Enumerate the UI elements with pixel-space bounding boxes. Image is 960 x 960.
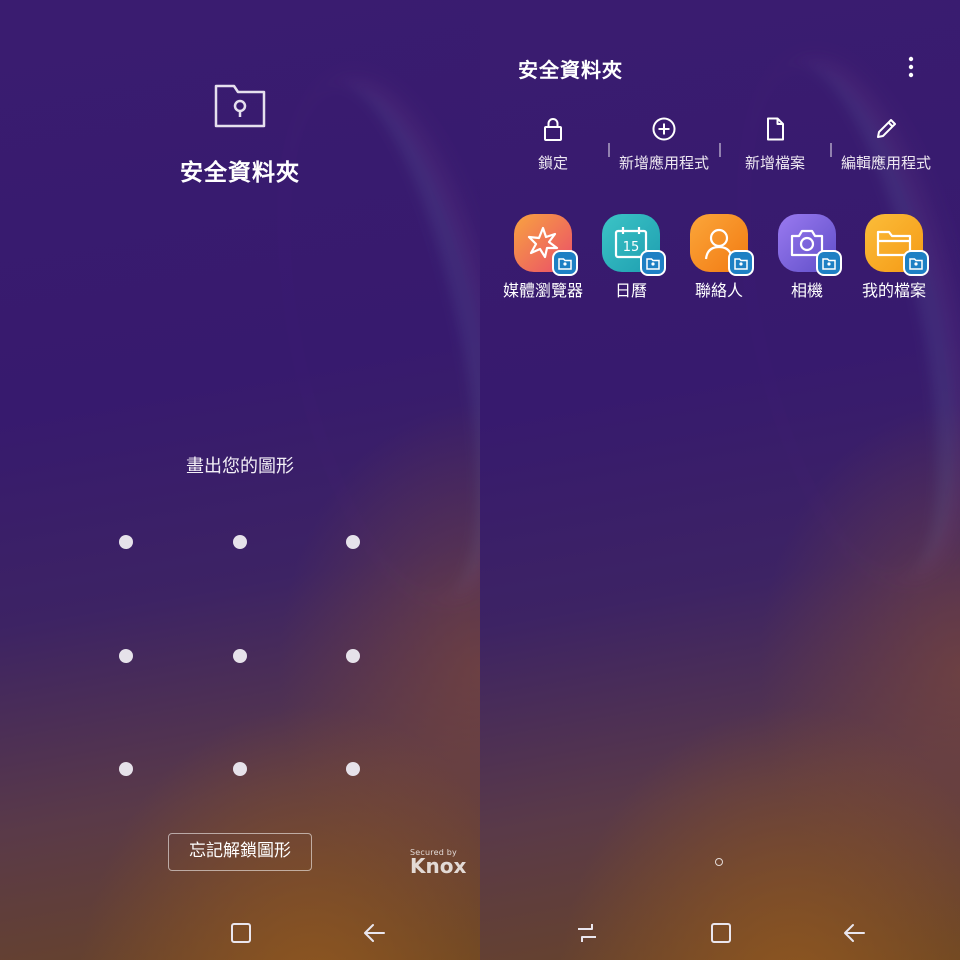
app-contacts[interactable]: 聯絡人 <box>677 214 761 301</box>
svg-text:15: 15 <box>623 240 640 255</box>
add-circle-icon <box>652 117 676 141</box>
pencil-icon <box>877 119 896 138</box>
knox-badge: Secured by Knox <box>410 848 470 876</box>
pattern-dot[interactable] <box>119 649 133 663</box>
pattern-grid[interactable] <box>0 0 480 960</box>
calendar-icon: 15 <box>602 214 666 276</box>
back-icon[interactable] <box>362 920 388 946</box>
pattern-dot[interactable] <box>233 762 247 776</box>
toolbar-lock-button[interactable]: 鎖定 <box>498 116 608 178</box>
secure-badge-icon <box>552 250 578 276</box>
app-label: 相機 <box>790 281 823 300</box>
camera-icon <box>778 214 842 276</box>
folder-icon <box>865 214 929 276</box>
secure-badge-icon <box>816 250 842 276</box>
app-gallery[interactable]: 媒體瀏覽器 <box>501 214 585 301</box>
app-camera[interactable]: 相機 <box>765 214 849 301</box>
file-icon <box>767 117 784 141</box>
pattern-dot[interactable] <box>346 762 360 776</box>
app-label: 聯絡人 <box>694 281 743 300</box>
secure-badge-icon <box>728 250 754 276</box>
app-label: 媒體瀏覽器 <box>502 281 583 300</box>
forgot-pattern-button[interactable]: 忘記解鎖圖形 <box>168 833 312 871</box>
toolbar-add-files-button[interactable]: 新增檔案 <box>720 116 830 178</box>
toolbar-label: 鎖定 <box>537 154 568 172</box>
toolbar-add-apps-button[interactable]: 新增應用程式 <box>609 116 719 178</box>
page-title: 安全資料夾 <box>518 58 623 82</box>
home-icon[interactable] <box>708 920 734 946</box>
pattern-dot[interactable] <box>346 649 360 663</box>
app-calendar[interactable]: 15 日曆 <box>589 214 673 301</box>
secure-badge-icon <box>640 250 666 276</box>
toolbar-edit-apps-button[interactable]: 編輯應用程式 <box>831 116 941 178</box>
pattern-dot[interactable] <box>119 535 133 549</box>
knox-brand: Knox <box>410 854 467 878</box>
secure-badge-icon <box>903 250 929 276</box>
home-icon[interactable] <box>228 920 254 946</box>
toolbar-label: 編輯應用程式 <box>840 154 931 172</box>
toolbar-label: 新增應用程式 <box>618 154 709 172</box>
pattern-dot[interactable] <box>233 649 247 663</box>
lock-icon <box>544 118 562 141</box>
app-label: 日曆 <box>614 281 647 300</box>
pattern-dot[interactable] <box>119 762 133 776</box>
contacts-icon <box>690 214 754 276</box>
pattern-dot[interactable] <box>346 535 360 549</box>
pattern-dot[interactable] <box>233 535 247 549</box>
app-label: 我的檔案 <box>861 281 926 300</box>
page-indicator <box>715 858 723 866</box>
toolbar-label: 新增檔案 <box>744 154 805 172</box>
more-vertical-icon[interactable] <box>902 55 920 79</box>
recents-icon[interactable] <box>574 920 600 946</box>
gallery-icon <box>514 214 578 276</box>
back-icon[interactable] <box>842 920 868 946</box>
app-my-files[interactable]: 我的檔案 <box>852 214 936 301</box>
